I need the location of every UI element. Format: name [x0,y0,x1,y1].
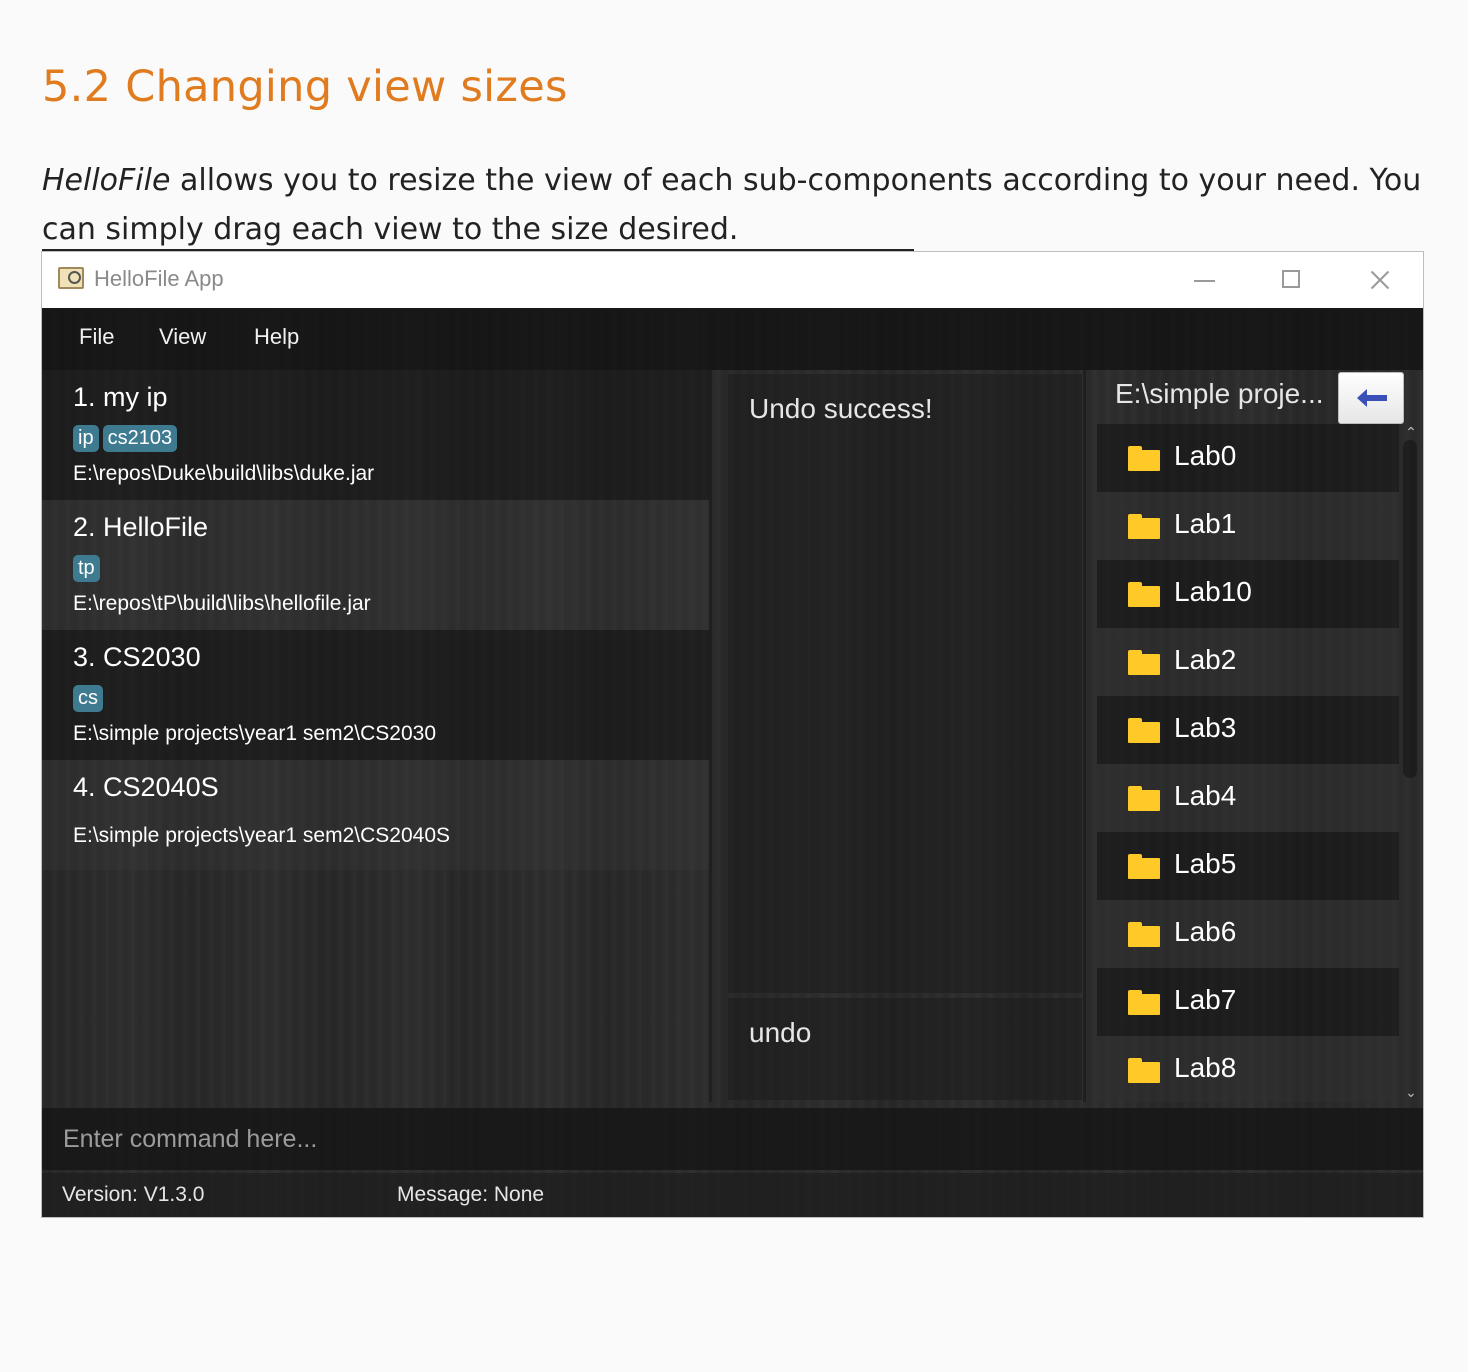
current-directory: E:\simple proje... [1115,378,1324,409]
scroll-down-icon[interactable]: ⌄ [1402,1086,1420,1100]
minimize-button[interactable] [1184,260,1224,300]
app-name-emphasis: HelloFile [42,163,171,198]
result-display: Undo success! [728,374,1082,993]
file-list[interactable]: Lab0 Lab1 Lab10 Lab2 Lab3 Lab4 Lab5 Lab6… [1097,424,1399,1102]
file-name: Lab6 [1174,916,1237,947]
tag-badge: cs [73,685,103,712]
close-button[interactable] [1360,260,1400,300]
file-name: Lab8 [1174,1052,1237,1083]
tag-badge: tp [73,555,100,582]
file-name: Lab10 [1174,576,1252,607]
folder-icon [1128,786,1160,811]
file-name: Lab4 [1174,780,1237,811]
file-name: Lab3 [1174,712,1237,743]
bookmark-title: 2. HelloFile [73,512,209,542]
folder-icon [1128,718,1160,743]
menu-bar: File View Help [42,308,1423,370]
status-bar: Version: V1.3.0 Message: None [42,1173,1423,1217]
app-icon [58,267,84,289]
file-name: Lab7 [1174,984,1237,1015]
bookmark-tags: ip cs2103 [73,425,181,453]
file-name: Lab5 [1174,848,1237,879]
bookmark-title: 3. CS2030 [73,642,201,672]
file-item[interactable]: Lab1 [1097,492,1399,560]
folder-icon [1128,1058,1160,1083]
bookmark-card[interactable]: 4. CS2040S E:\simple projects\year1 sem2… [42,760,709,870]
tag-badge: cs2103 [102,425,178,452]
bookmark-title: 4. CS2040S [73,772,219,802]
tag-badge: ip [73,425,99,452]
window-title: HelloFile App [94,266,224,291]
file-item[interactable]: Lab7 [1097,968,1399,1036]
section-heading: 5.2 Changing view sizes [42,62,568,112]
scrollbar-thumb[interactable] [1403,440,1417,778]
app-window: HelloFile App File View Help 1. my ip ip… [41,251,1424,1218]
bookmark-path: E:\simple projects\year1 sem2\CS2040S [73,824,451,847]
app-body: File View Help 1. my ip ip cs2103 E:\repo… [42,308,1423,1217]
folder-icon [1128,514,1160,539]
folder-icon [1128,854,1160,879]
file-item[interactable]: Lab5 [1097,832,1399,900]
title-bar[interactable]: HelloFile App [42,252,1423,308]
section-paragraph: HelloFile allows you to resize the view … [42,156,1432,254]
file-item[interactable]: Lab6 [1097,900,1399,968]
result-text: Undo success! [749,393,933,424]
message-label: Message: None [397,1183,545,1206]
bookmark-card[interactable]: 3. CS2030 cs E:\simple projects\year1 se… [42,630,709,760]
maximize-button[interactable] [1271,260,1311,300]
menu-help[interactable]: Help [254,324,299,350]
file-name: Lab2 [1174,644,1237,675]
command-history: undo [728,998,1082,1100]
folder-icon [1128,650,1160,675]
file-item[interactable]: Lab2 [1097,628,1399,696]
file-name: Lab1 [1174,508,1237,539]
bookmark-path: E:\simple projects\year1 sem2\CS2030 [73,722,436,745]
last-command-text: undo [749,1017,812,1048]
folder-icon [1128,446,1160,471]
bookmark-path: E:\repos\tP\build\libs\hellofile.jar [73,592,371,615]
file-name: Lab0 [1174,440,1237,471]
back-button[interactable] [1338,372,1404,424]
bookmark-title: 1. my ip [73,382,168,412]
folder-icon [1128,990,1160,1015]
split-divider-right[interactable] [1083,370,1086,1102]
file-item[interactable]: Lab0 [1097,424,1399,492]
file-item[interactable]: Lab10 [1097,560,1399,628]
menu-view[interactable]: View [159,324,206,350]
version-label: Version: V1.3.0 [62,1183,205,1206]
command-box [42,1108,1423,1170]
command-input[interactable] [42,1108,1423,1170]
bookmark-tags: tp [73,555,104,583]
bookmark-card[interactable]: 2. HelloFile tp E:\repos\tP\build\libs\h… [42,500,709,630]
bookmark-path: E:\repos\Duke\build\libs\duke.jar [73,462,375,485]
menu-file[interactable]: File [79,324,114,350]
paragraph-text: allows you to resize the view of each su… [42,163,1422,247]
file-item[interactable]: Lab4 [1097,764,1399,832]
file-item[interactable]: Lab3 [1097,696,1399,764]
bookmark-card[interactable]: 1. my ip ip cs2103 E:\repos\Duke\build\li… [42,370,709,500]
scroll-up-icon[interactable]: ⌃ [1402,426,1420,440]
folder-icon [1128,582,1160,607]
bookmark-tags: cs [73,685,107,713]
folder-icon [1128,922,1160,947]
bookmark-list[interactable]: 1. my ip ip cs2103 E:\repos\Duke\build\li… [42,370,709,1102]
split-divider-left[interactable] [709,370,712,1102]
file-item[interactable]: Lab8 [1097,1036,1399,1102]
arrow-left-icon [1357,389,1387,407]
